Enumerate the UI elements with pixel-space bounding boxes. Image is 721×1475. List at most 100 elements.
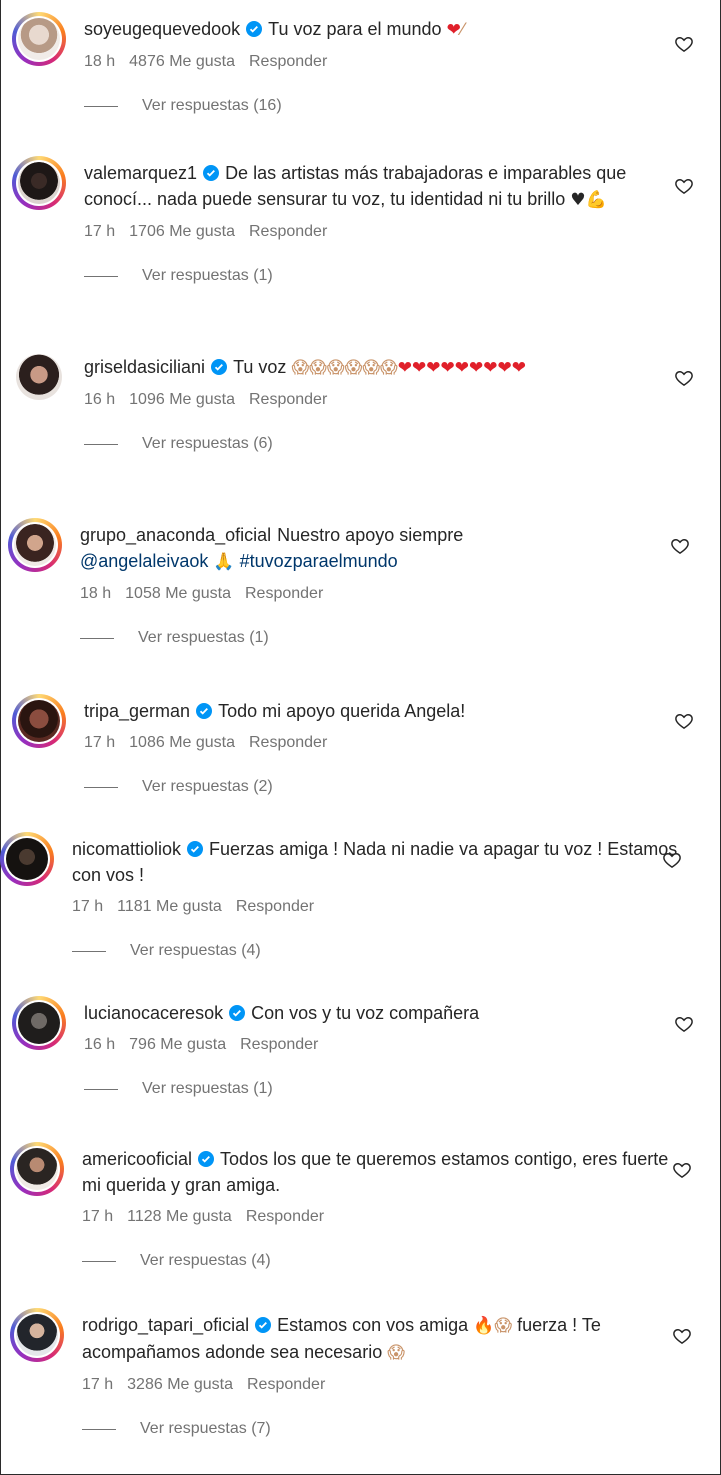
like-heart-icon[interactable]: [670, 536, 690, 556]
flexed-biceps-emoji: 💪: [585, 190, 607, 210]
comment-meta: 16 h 1096 Me gusta Responder: [84, 391, 694, 409]
comment-meta: 16 h 796 Me gusta Responder: [84, 1036, 694, 1054]
comment-text: soyeugequevedook Tu voz para el mundo ❤⁄: [84, 16, 694, 43]
view-replies-button[interactable]: Ver respuestas (1): [84, 1080, 694, 1098]
comment-likes[interactable]: 1086 Me gusta: [129, 734, 235, 752]
comment-likes[interactable]: 796 Me gusta: [129, 1036, 226, 1054]
reply-button[interactable]: Responder: [240, 1036, 318, 1054]
reply-button[interactable]: Responder: [249, 223, 327, 241]
comment-username[interactable]: rodrigo_tapari_oficial: [82, 1315, 249, 1335]
comment-likes[interactable]: 1128 Me gusta: [127, 1208, 232, 1226]
comment-text: griseldasiciliani Tu voz 😱😱😱😱😱😱❤❤❤❤❤❤❤❤❤: [84, 354, 694, 381]
like-heart-icon[interactable]: [662, 850, 682, 870]
comment-time: 17 h: [84, 734, 116, 751]
comment-text: lucianocaceresok Con vos y tu voz compañe…: [84, 1000, 694, 1026]
like-heart-icon[interactable]: [674, 368, 694, 388]
comment-body: Tu voz para el mundo: [268, 19, 442, 39]
comment-body: Estamos con vos amiga: [277, 1315, 469, 1335]
comment-meta: 17 h 1086 Me gusta Responder: [84, 734, 694, 752]
comment-body: Nuestro apoyo siempre: [277, 525, 464, 545]
verified-badge-icon: [196, 703, 213, 719]
verified-badge-icon: [198, 1151, 215, 1167]
like-heart-icon[interactable]: [674, 711, 694, 731]
comment-username[interactable]: grupo_anaconda_oficial: [80, 525, 271, 545]
comment-likes[interactable]: 1096 Me gusta: [129, 391, 235, 409]
comment-likes[interactable]: 3286 Me gusta: [127, 1376, 233, 1394]
view-replies-button[interactable]: Ver respuestas (4): [82, 1252, 692, 1270]
view-replies-button[interactable]: Ver respuestas (16): [84, 97, 694, 115]
reply-button[interactable]: Responder: [247, 1376, 325, 1394]
view-replies-button[interactable]: Ver respuestas (4): [72, 942, 682, 960]
comment-likes[interactable]: 1706 Me gusta: [129, 223, 235, 241]
mention-link[interactable]: @angelaleivaok: [80, 551, 208, 571]
comment-likes[interactable]: 4876 Me gusta: [129, 53, 235, 71]
fire-emoji: 🔥: [473, 1316, 495, 1336]
comment-time: 17 h: [82, 1208, 114, 1225]
comment-item: griseldasiciliani Tu voz 😱😱😱😱😱😱❤❤❤❤❤❤❤❤❤ …: [14, 352, 694, 453]
like-heart-icon[interactable]: [674, 34, 694, 54]
folded-hands-emoji: 🙏: [213, 552, 235, 572]
comment-username[interactable]: soyeugequevedook: [84, 19, 240, 39]
divider: [82, 1428, 116, 1430]
avatar[interactable]: [10, 1142, 64, 1196]
view-replies-button[interactable]: Ver respuestas (6): [84, 435, 694, 453]
reply-button[interactable]: Responder: [249, 391, 327, 409]
comment-time: 17 h: [84, 223, 116, 240]
verified-badge-icon: [203, 165, 220, 181]
comment-item: soyeugequevedook Tu voz para el mundo ❤⁄ …: [12, 12, 694, 115]
view-replies-button[interactable]: Ver respuestas (1): [80, 629, 690, 647]
red-heart-emoji: ❤: [446, 20, 461, 40]
avatar[interactable]: [12, 694, 66, 748]
like-heart-icon[interactable]: [672, 1160, 692, 1180]
comment-body: Todo mi apoyo querida Angela!: [218, 701, 466, 721]
comment-username[interactable]: tripa_german: [84, 701, 190, 721]
comment-username[interactable]: griseldasiciliani: [84, 357, 205, 377]
screaming-face-emoji: 😱: [494, 1316, 513, 1336]
view-replies-button[interactable]: Ver respuestas (2): [84, 778, 694, 796]
reply-button[interactable]: Responder: [236, 898, 314, 916]
comment-text: grupo_anaconda_oficial Nuestro apoyo siem…: [80, 522, 690, 575]
reply-button[interactable]: Responder: [249, 734, 327, 752]
reply-button[interactable]: Responder: [245, 585, 323, 603]
reply-button[interactable]: Responder: [246, 1208, 324, 1226]
comment-username[interactable]: lucianocaceresok: [84, 1003, 223, 1023]
avatar[interactable]: [14, 352, 64, 402]
comment-time: 17 h: [82, 1376, 114, 1393]
comment-item: lucianocaceresok Con vos y tu voz compañe…: [12, 996, 694, 1098]
comment-text: americooficial Todos los que te queremos …: [82, 1146, 692, 1198]
view-replies-button[interactable]: Ver respuestas (7): [82, 1420, 692, 1438]
divider: [84, 105, 118, 107]
hashtag-link[interactable]: #tuvozparaelmundo: [240, 551, 398, 571]
avatar[interactable]: [0, 832, 54, 886]
comment-item: nicomattioliok Fuerzas amiga ! Nada ni na…: [0, 832, 682, 960]
verified-badge-icon: [246, 21, 263, 37]
reply-button[interactable]: Responder: [249, 53, 327, 71]
divider: [84, 1088, 118, 1090]
screaming-face-emoji: 😱😱😱😱😱😱: [291, 358, 398, 378]
comment-username[interactable]: americooficial: [82, 1149, 192, 1169]
comment-username[interactable]: valemarquez1: [84, 163, 197, 183]
divider: [84, 786, 118, 788]
verified-badge-icon: [187, 841, 204, 857]
view-replies-button[interactable]: Ver respuestas (1): [84, 267, 694, 285]
comment-text: nicomattioliok Fuerzas amiga ! Nada ni na…: [72, 836, 682, 888]
divider: [82, 1260, 116, 1262]
avatar[interactable]: [10, 1308, 64, 1362]
adhesive-bandage-emoji: ⁄: [460, 20, 464, 40]
comment-meta: 18 h 1058 Me gusta Responder: [80, 585, 690, 603]
avatar[interactable]: [12, 156, 66, 210]
comment-item: rodrigo_tapari_oficial Estamos con vos am…: [10, 1308, 692, 1438]
avatar[interactable]: [8, 518, 62, 572]
comment-meta: 17 h 3286 Me gusta Responder: [82, 1376, 692, 1394]
divider: [72, 950, 106, 952]
verified-badge-icon: [211, 359, 228, 375]
red-heart-emoji: ❤❤❤❤❤❤❤❤❤: [397, 358, 526, 378]
avatar[interactable]: [12, 12, 66, 66]
like-heart-icon[interactable]: [674, 1014, 694, 1034]
avatar[interactable]: [12, 996, 66, 1050]
comment-likes[interactable]: 1181 Me gusta: [117, 898, 222, 916]
like-heart-icon[interactable]: [674, 176, 694, 196]
like-heart-icon[interactable]: [672, 1326, 692, 1346]
comment-username[interactable]: nicomattioliok: [72, 839, 181, 859]
comment-likes[interactable]: 1058 Me gusta: [125, 585, 231, 603]
